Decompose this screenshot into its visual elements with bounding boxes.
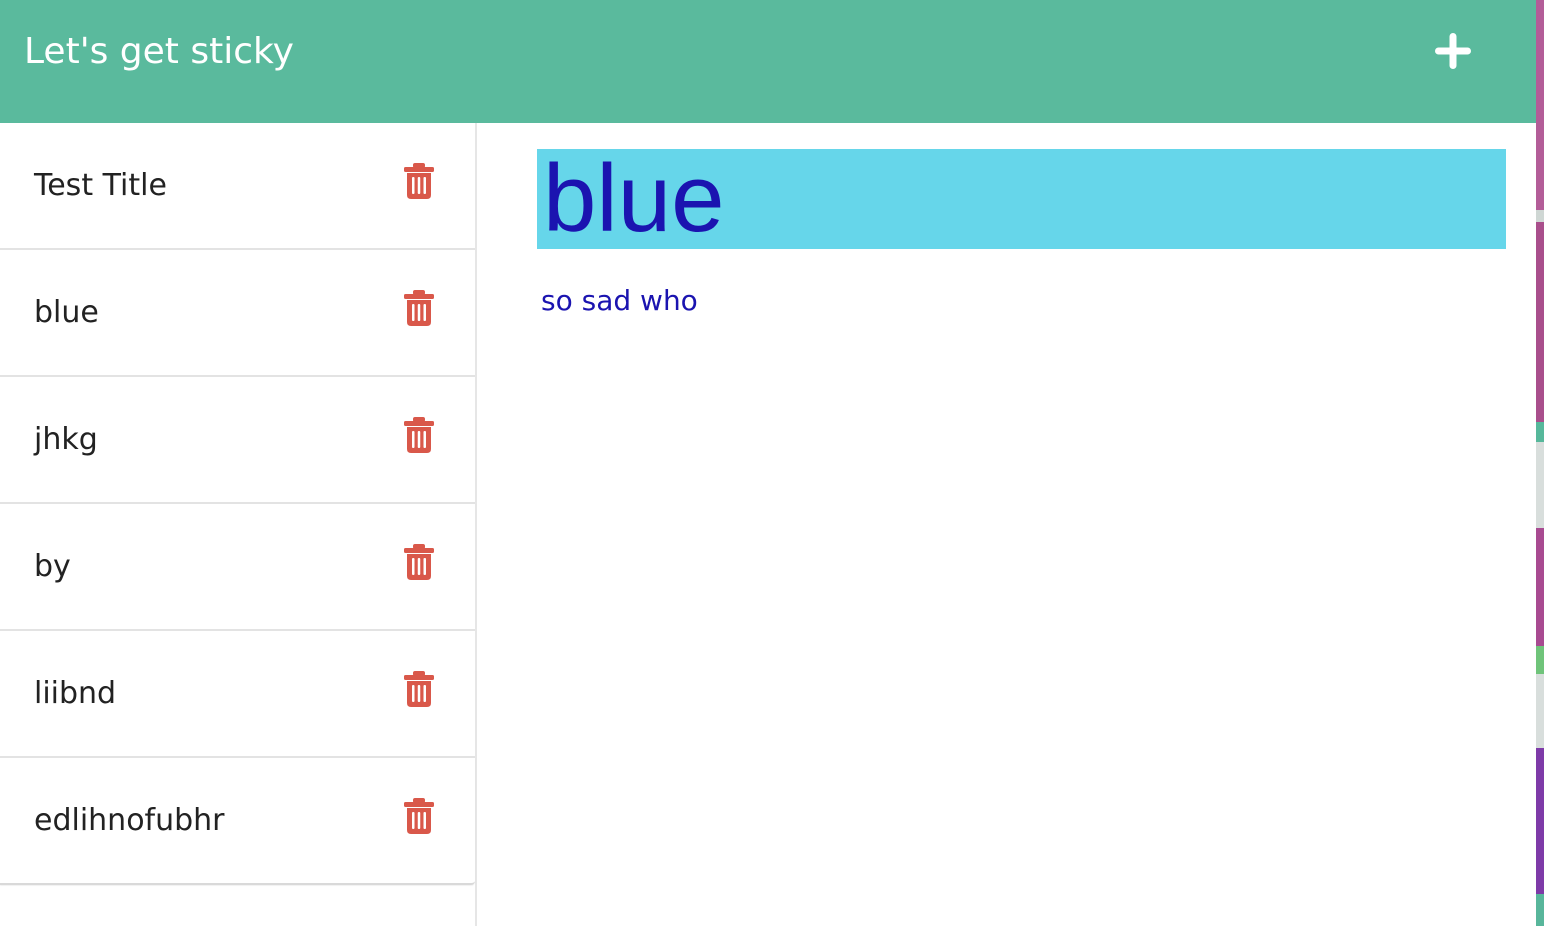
delete-note-button[interactable] (398, 667, 440, 711)
note-title: liibnd (34, 676, 117, 711)
add-note-button[interactable] (1422, 22, 1484, 80)
note-title: blue (34, 295, 99, 330)
delete-note-button[interactable] (398, 286, 440, 330)
note-title: edlihnofubhr (34, 803, 225, 838)
note-list-item[interactable]: jhkg (0, 377, 475, 504)
plus-icon (1435, 33, 1471, 69)
delete-note-button[interactable] (398, 159, 440, 203)
note-body-text[interactable]: so sad who (541, 283, 1501, 319)
delete-note-button[interactable] (398, 794, 440, 838)
trash-icon (404, 798, 434, 834)
delete-note-button[interactable] (398, 540, 440, 584)
note-list-item[interactable]: blue (0, 250, 475, 377)
app-title: Let's get sticky (24, 31, 294, 72)
note-title: jhkg (34, 422, 98, 457)
notes-sidebar: Test Title blue jhkg by liibnd edlihnofu… (0, 123, 477, 926)
note-list-item[interactable]: by (0, 504, 475, 631)
note-list-item[interactable]: liibnd (0, 631, 475, 758)
app-header: Let's get sticky (0, 0, 1536, 123)
background-window-edge (1536, 0, 1544, 926)
trash-icon (404, 544, 434, 580)
trash-icon (404, 163, 434, 199)
note-title: by (34, 549, 71, 584)
note-title: Test Title (34, 168, 167, 203)
note-editor: so sad who (477, 123, 1536, 926)
trash-icon (404, 417, 434, 453)
trash-icon (404, 671, 434, 707)
note-title-input[interactable] (537, 149, 1506, 249)
notes-list: Test Title blue jhkg by liibnd edlihnofu… (0, 123, 475, 885)
delete-note-button[interactable] (398, 413, 440, 457)
trash-icon (404, 290, 434, 326)
note-list-item[interactable]: Test Title (0, 123, 475, 250)
note-list-item[interactable]: edlihnofubhr (0, 758, 475, 885)
sticky-notes-app: Let's get sticky Test Title blue jhkg by… (0, 0, 1536, 926)
